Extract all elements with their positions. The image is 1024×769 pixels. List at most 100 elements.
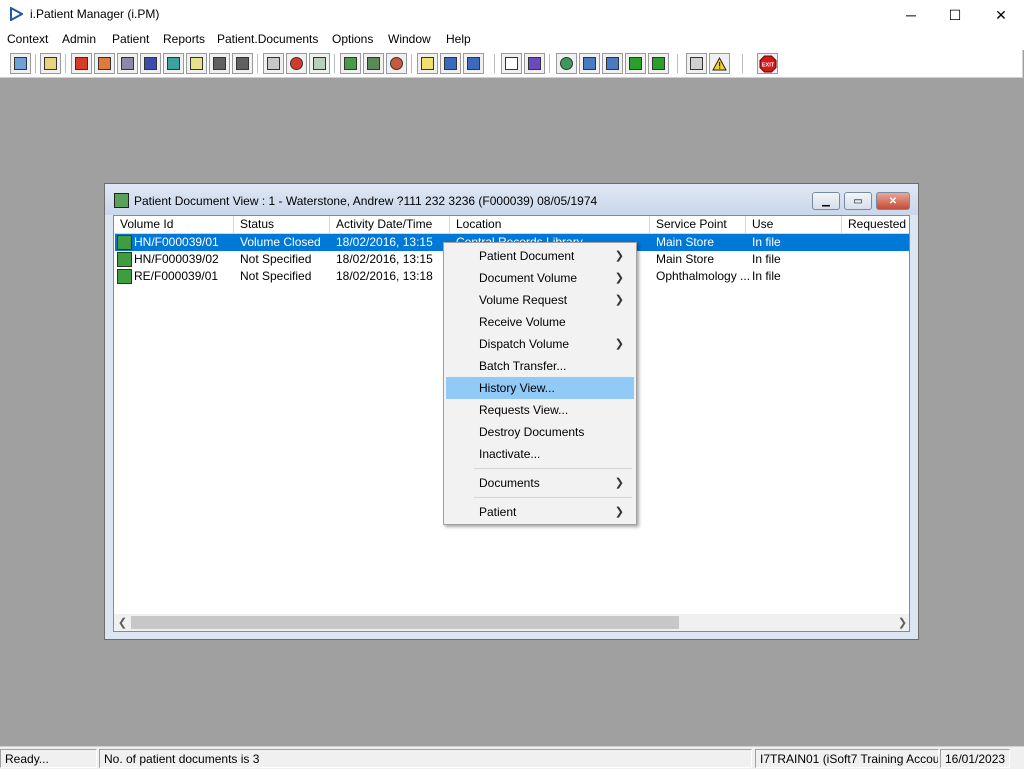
cell-service-point: Ophthalmology ...	[656, 269, 751, 283]
column-location[interactable]: Location	[450, 216, 650, 233]
status-bar: Ready... No. of patient documents is 3 I…	[0, 746, 1024, 769]
list-icon[interactable]	[309, 53, 330, 74]
maximize-button[interactable]: ☐	[932, 0, 978, 30]
note-icon[interactable]	[417, 53, 438, 74]
menu-item-label: Destroy Documents	[479, 425, 585, 439]
menu-item-batch-transfer[interactable]: Batch Transfer...	[446, 355, 634, 377]
cell-activity: 18/02/2016, 13:18	[336, 269, 433, 283]
column-use[interactable]: Use	[746, 216, 842, 233]
cell-service-point: Main Store	[656, 235, 715, 249]
cell-status: Not Specified	[240, 252, 312, 266]
swap-icon[interactable]	[686, 53, 707, 74]
menu-admin[interactable]: Admin	[62, 32, 96, 46]
cell-use: In file	[752, 235, 781, 249]
menu-item-label: History View...	[479, 381, 555, 395]
column-service-point[interactable]: Service Point	[650, 216, 746, 233]
person-icon[interactable]	[163, 53, 184, 74]
van-icon[interactable]	[440, 53, 461, 74]
menu-item-volume-request[interactable]: Volume Request ❯	[446, 289, 634, 311]
exit-label: EXIT	[761, 62, 774, 68]
cell-volume-id: HN/F000039/01	[134, 235, 219, 249]
cell-use: In file	[752, 269, 781, 283]
status-account: I7TRAIN01 (iSoft7 Training Account)	[755, 749, 939, 768]
child-window-title: Patient Document View : 1 - Waterstone, …	[134, 194, 598, 208]
menu-item-destroy-documents[interactable]: Destroy Documents	[446, 421, 634, 443]
app-logo-icon	[10, 7, 23, 21]
exit-icon[interactable]: EXIT	[757, 53, 778, 74]
minimize-button[interactable]: ─	[888, 0, 934, 30]
cell-use: In file	[752, 252, 781, 266]
menu-context[interactable]: Context	[7, 32, 48, 46]
menu-item-requests-view[interactable]: Requests View...	[446, 399, 634, 421]
print-icon[interactable]	[40, 53, 61, 74]
timer-icon[interactable]	[386, 53, 407, 74]
scroll-thumb[interactable]	[131, 616, 679, 629]
menu-help[interactable]: Help	[446, 32, 471, 46]
transfer-icon[interactable]	[648, 53, 669, 74]
monitor-icon[interactable]	[340, 53, 361, 74]
menu-item-history-view[interactable]: History View...	[446, 377, 634, 399]
app-title: i.Patient Manager (i.PM)	[30, 7, 160, 21]
menu-patient[interactable]: Patient	[112, 32, 149, 46]
menu-bar: Context Admin Patient Reports Patient.Do…	[0, 30, 1024, 50]
menu-item-document-volume[interactable]: Document Volume ❯	[446, 267, 634, 289]
horizontal-scrollbar[interactable]: ❮ ❯	[114, 614, 909, 631]
document-view-icon	[114, 193, 129, 208]
check-document-icon[interactable]	[579, 53, 600, 74]
book-icon[interactable]	[71, 53, 92, 74]
cell-activity: 18/02/2016, 13:15	[336, 252, 433, 266]
menu-reports[interactable]: Reports	[163, 32, 205, 46]
close-button[interactable]: ✕	[978, 0, 1024, 30]
cell-status: Volume Closed	[240, 235, 321, 249]
check-document-icon[interactable]	[602, 53, 623, 74]
column-requested-by[interactable]: Requested B	[842, 216, 909, 233]
child-close-button[interactable]: ✕	[876, 192, 910, 210]
camera-icon[interactable]	[209, 53, 230, 74]
cell-activity: 18/02/2016, 13:15	[336, 235, 433, 249]
scroll-right-icon[interactable]: ❯	[894, 614, 909, 631]
submenu-arrow-icon: ❯	[614, 294, 624, 306]
menu-patient-documents[interactable]: Patient.Documents	[217, 32, 318, 46]
menu-item-receive-volume[interactable]: Receive Volume	[446, 311, 634, 333]
column-activity-date[interactable]: Activity Date/Time	[330, 216, 450, 233]
globe-icon[interactable]	[556, 53, 577, 74]
bar-chart-icon[interactable]	[524, 53, 545, 74]
menu-options[interactable]: Options	[332, 32, 373, 46]
clock-icon[interactable]	[286, 53, 307, 74]
menu-item-label: Requests View...	[479, 403, 569, 417]
child-titlebar: Patient Document View : 1 - Waterstone, …	[105, 184, 918, 215]
cell-volume-id: HN/F000039/02	[134, 252, 219, 266]
camera-icon[interactable]	[232, 53, 253, 74]
submenu-arrow-icon: ❯	[614, 477, 624, 489]
menu-window[interactable]: Window	[388, 32, 431, 46]
menu-item-dispatch-volume[interactable]: Dispatch Volume ❯	[446, 333, 634, 355]
submenu-arrow-icon: ❯	[614, 250, 624, 262]
app-titlebar: i.Patient Manager (i.PM) ─ ☐ ✕	[0, 0, 1024, 30]
column-status[interactable]: Status	[234, 216, 330, 233]
warning-icon[interactable]	[709, 53, 730, 74]
image-icon[interactable]	[117, 53, 138, 74]
child-minimize-button[interactable]: ▁	[812, 192, 840, 210]
column-volume-id[interactable]: Volume Id	[114, 216, 234, 233]
chart-document-icon[interactable]	[363, 53, 384, 74]
notes-icon[interactable]	[186, 53, 207, 74]
menu-item-label: Batch Transfer...	[479, 359, 567, 373]
child-maximize-button[interactable]: ▭	[844, 192, 872, 210]
menu-separator	[474, 468, 632, 469]
status-document-count: No. of patient documents is 3	[99, 749, 752, 768]
mail-icon[interactable]	[140, 53, 161, 74]
patient-icon[interactable]	[10, 53, 31, 74]
menu-item-inactivate[interactable]: Inactivate...	[446, 443, 634, 465]
menu-item-documents[interactable]: Documents ❯	[446, 472, 634, 494]
menu-item-label: Receive Volume	[479, 315, 566, 329]
context-menu: Patient Document ❯ Document Volume ❯ Vol…	[443, 242, 637, 525]
search-icon[interactable]	[263, 53, 284, 74]
blank-document-icon[interactable]	[501, 53, 522, 74]
menu-item-patient-document[interactable]: Patient Document ❯	[446, 245, 634, 267]
edit-document-icon[interactable]	[94, 53, 115, 74]
toolbar: EXIT	[0, 50, 1023, 78]
transfer-icon[interactable]	[625, 53, 646, 74]
scroll-left-icon[interactable]: ❮	[114, 614, 131, 631]
menu-item-patient[interactable]: Patient ❯	[446, 501, 634, 523]
ambulance-icon[interactable]	[463, 53, 484, 74]
